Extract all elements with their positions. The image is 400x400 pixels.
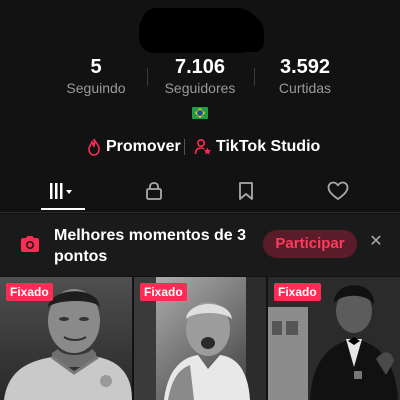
tiktok-studio-button[interactable]: TikTok Studio (194, 135, 320, 159)
lock-icon (146, 182, 162, 200)
redacted-username (142, 8, 258, 50)
pinned-badge: Fixado (140, 283, 187, 301)
video-thumbnail[interactable]: Fixado (134, 277, 266, 400)
video-thumbnail[interactable]: Fixado (0, 277, 132, 400)
person-star-icon (194, 138, 212, 155)
bookmark-icon (239, 182, 253, 200)
profile-actions: Promover TikTok Studio (0, 135, 400, 159)
tabs-divider (0, 212, 400, 213)
actions-divider (184, 139, 185, 155)
profile-tabs (0, 175, 400, 211)
challenge-banner[interactable]: Melhores momentos de 3 pontos Participar… (0, 214, 400, 276)
profile-stats: 5 Seguindo 7.106 Seguidores 3.592 Curtid… (0, 56, 400, 98)
video-grid: Fixado Fixado Fixado (0, 277, 400, 400)
pinned-badge: Fixado (274, 283, 321, 301)
stat-likes[interactable]: 3.592 Curtidas (250, 56, 360, 97)
stat-followers-label: Seguidores (164, 80, 236, 96)
promote-button[interactable]: Promover (86, 135, 181, 159)
stat-followers-value: 7.106 (174, 56, 226, 78)
active-tab-indicator (41, 208, 85, 210)
grid-icon (50, 183, 72, 199)
stat-likes-value: 3.592 (279, 56, 331, 78)
tab-private[interactable] (134, 175, 174, 207)
tab-liked[interactable] (318, 175, 358, 207)
camera-icon (21, 236, 39, 252)
stat-following-value: 5 (90, 56, 102, 78)
flame-icon (88, 138, 100, 156)
tiktok-studio-label: TikTok Studio (216, 138, 321, 155)
heart-icon (327, 181, 349, 200)
close-icon[interactable]: ✕ (368, 234, 384, 250)
brazil-flag-icon (192, 107, 208, 119)
tab-saved[interactable] (226, 175, 266, 207)
stat-following[interactable]: 5 Seguindo (41, 56, 151, 97)
stat-likes-label: Curtidas (278, 80, 332, 96)
stat-following-label: Seguindo (66, 80, 126, 96)
promote-label: Promover (106, 138, 181, 155)
tab-videos[interactable] (41, 175, 81, 207)
pinned-badge: Fixado (6, 283, 53, 301)
participate-button[interactable]: Participar (263, 230, 357, 258)
banner-title: Melhores momentos de 3 pontos (54, 227, 247, 265)
video-thumbnail[interactable]: Fixado (268, 277, 400, 400)
stat-followers[interactable]: 7.106 Seguidores (145, 56, 255, 97)
